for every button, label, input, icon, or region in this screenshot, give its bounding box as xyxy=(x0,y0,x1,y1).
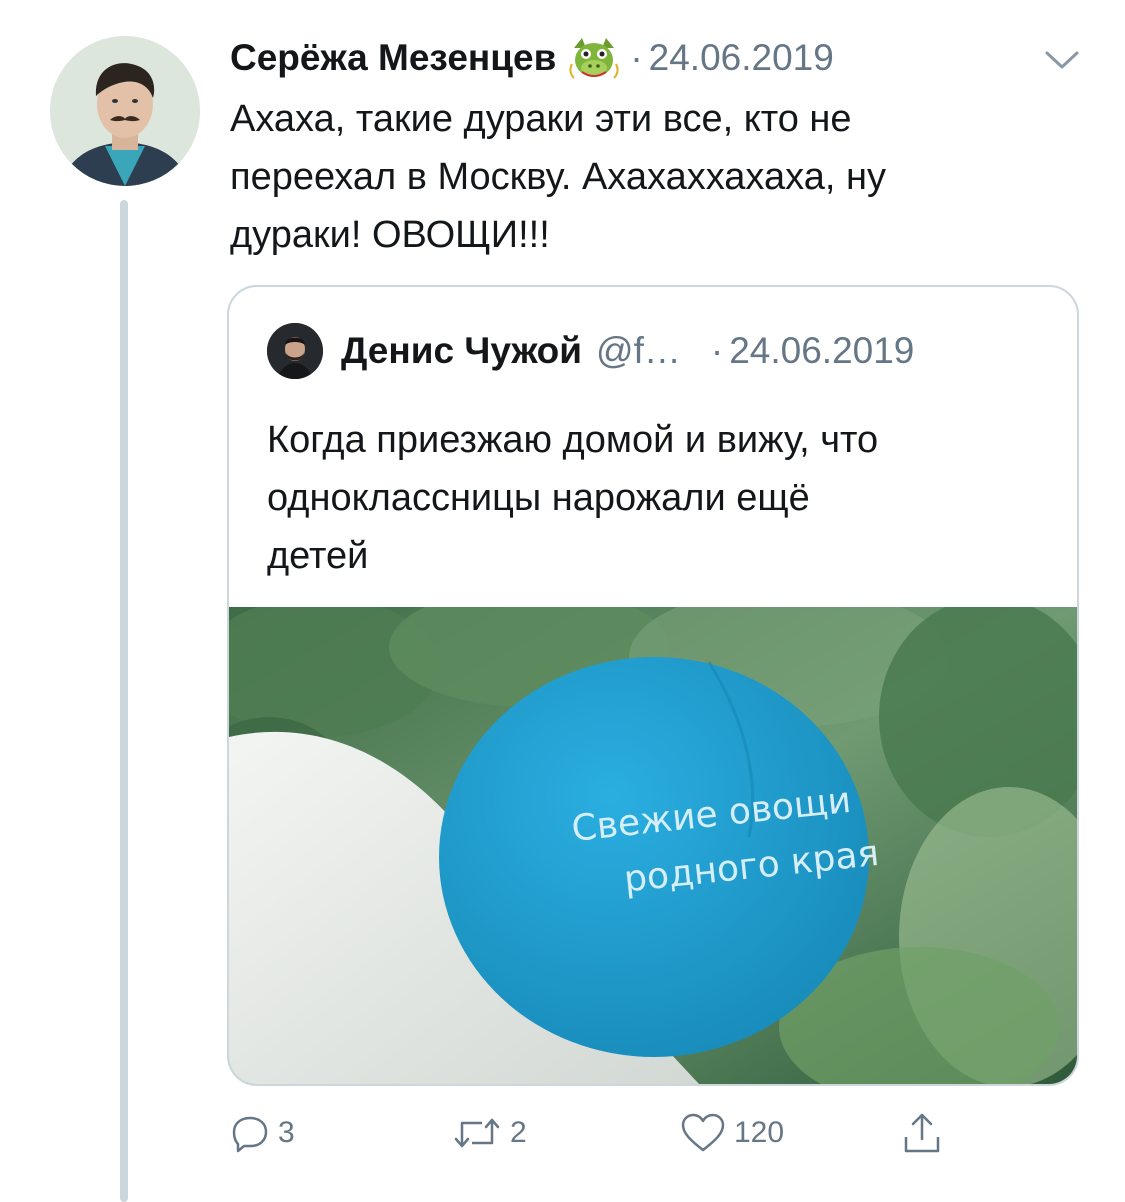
quoted-tweet-image[interactable]: Свежие овощи родного края xyxy=(229,607,1077,1084)
quoted-avatar-photo xyxy=(267,323,323,379)
retweet-count: 2 xyxy=(510,1116,527,1149)
chevron-down-icon[interactable] xyxy=(1044,50,1080,70)
avatar-photo xyxy=(50,36,200,186)
quoted-avatar[interactable] xyxy=(267,323,323,379)
quoted-tweet-header: Денис Чужой @f… · 24.06.2019 xyxy=(267,323,914,379)
heart-icon xyxy=(681,1113,725,1152)
reply-count: 3 xyxy=(278,1116,295,1149)
tweet-text-line: Ахаха, такие дураки эти все, кто не xyxy=(230,98,852,140)
tweet-date[interactable]: 24.06.2019 xyxy=(649,37,834,79)
retweet-icon xyxy=(454,1118,500,1148)
tweet-header: Серёжа Мезенцев · 24.06.2019 xyxy=(230,34,834,82)
separator-dot: · xyxy=(710,330,724,371)
share-icon xyxy=(904,1113,940,1153)
quoted-tweet-date[interactable]: 24.06.2019 xyxy=(729,330,914,372)
quoted-author-name[interactable]: Денис Чужой xyxy=(341,330,582,372)
share-button[interactable] xyxy=(902,1108,942,1158)
thread-line xyxy=(120,200,128,1202)
quoted-author-handle[interactable]: @f… xyxy=(596,330,681,372)
like-count: 120 xyxy=(734,1116,785,1149)
reply-button[interactable]: 3 xyxy=(230,1108,295,1158)
quoted-tweet-text: Когда приезжаю домой и вижу, что однокла… xyxy=(267,411,1047,585)
separator-dot: · xyxy=(630,37,643,78)
quoted-tweet-card[interactable]: Денис Чужой @f… · 24.06.2019 Когда приез… xyxy=(227,285,1079,1086)
reply-icon xyxy=(232,1116,268,1153)
dragon-face-icon xyxy=(568,34,620,82)
retweet-button[interactable]: 2 xyxy=(452,1108,527,1158)
like-button[interactable]: 120 xyxy=(680,1108,784,1158)
tweet-actions: 3 2 120 xyxy=(230,1108,990,1158)
tweet-text-line: переехал в Москву. Ахахаххахаха, ну xyxy=(230,156,886,198)
avatar[interactable] xyxy=(50,36,200,186)
author-name[interactable]: Серёжа Мезенцев xyxy=(230,37,556,79)
tweet-text-line: дураки! ОВОЩИ!!! xyxy=(230,214,550,256)
tweet-text: Ахаха, такие дураки эти все, кто не пере… xyxy=(230,90,1060,264)
quoted-text-line: детей xyxy=(267,535,369,577)
quoted-text-line: одноклассницы нарожали ещё xyxy=(267,477,810,519)
quoted-text-line: Когда приезжаю домой и вижу, что xyxy=(267,419,879,461)
